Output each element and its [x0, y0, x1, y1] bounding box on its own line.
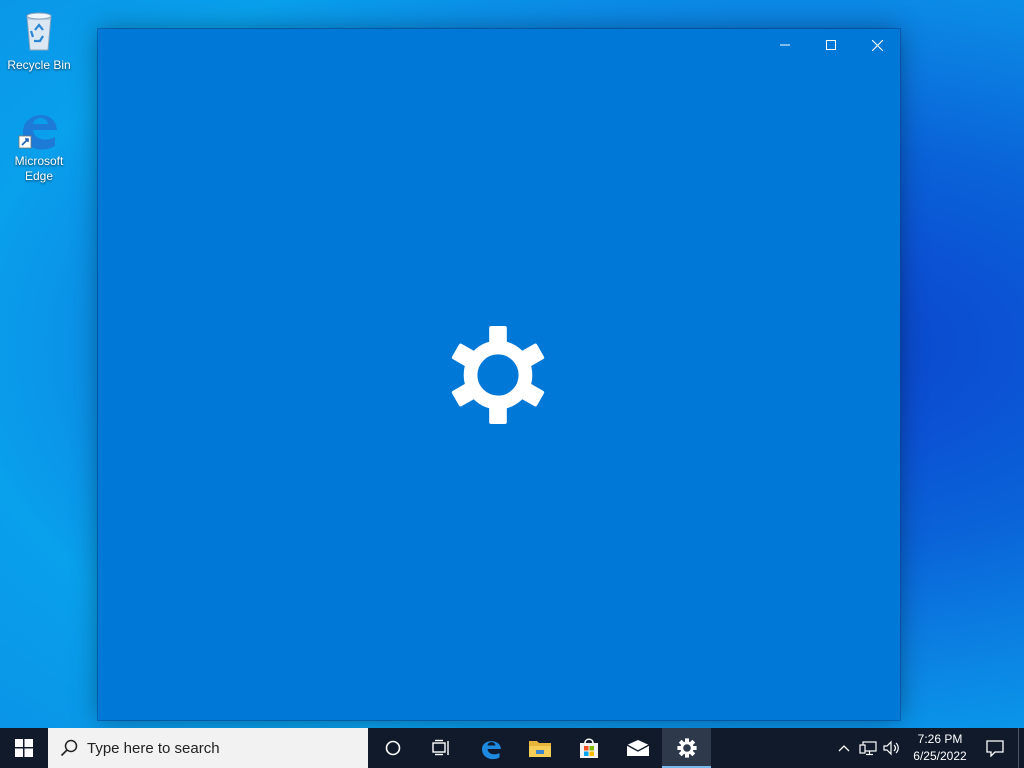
file-explorer-button[interactable] — [515, 728, 564, 768]
search-placeholder: Type here to search — [87, 739, 220, 757]
close-icon — [871, 39, 883, 51]
minimize-button[interactable] — [762, 29, 808, 61]
gear-icon — [449, 326, 547, 424]
desktop-icon-recycle-bin[interactable]: Recycle Bin — [4, 6, 74, 73]
search-input[interactable]: Type here to search — [48, 728, 368, 768]
show-hidden-icons-button[interactable] — [832, 728, 856, 768]
minimize-icon — [780, 44, 790, 46]
notification-icon — [986, 740, 1004, 757]
store-icon — [579, 738, 598, 758]
chevron-up-icon — [838, 745, 850, 752]
maximize-button[interactable] — [808, 29, 854, 61]
network-button[interactable] — [856, 728, 880, 768]
cortana-icon — [385, 740, 400, 756]
clock-time: 7:26 PM — [917, 732, 963, 746]
taskbar-settings-button[interactable] — [662, 728, 711, 768]
system-tray: 7:26 PM 6/25/2022 — [832, 728, 1024, 768]
settings-icon — [676, 738, 697, 758]
task-view-button[interactable] — [417, 728, 466, 768]
windows-logo-icon — [15, 739, 33, 757]
file-explorer-icon — [528, 741, 551, 757]
start-button[interactable] — [0, 728, 48, 768]
search-icon — [60, 739, 78, 757]
settings-window[interactable] — [98, 29, 900, 720]
volume-button[interactable] — [880, 728, 904, 768]
recycle-bin-icon — [15, 6, 63, 54]
show-desktop-button[interactable] — [1018, 728, 1024, 768]
maximize-icon — [826, 40, 836, 50]
cortana-button[interactable] — [368, 728, 417, 768]
network-icon — [859, 741, 877, 756]
taskbar-edge-button[interactable] — [466, 728, 515, 768]
edge-icon — [15, 102, 63, 150]
clock[interactable]: 7:26 PM 6/25/2022 — [908, 728, 972, 768]
action-center-button[interactable] — [972, 728, 1018, 768]
title-bar-controls — [762, 29, 900, 61]
clock-date: 6/25/2022 — [913, 749, 967, 763]
volume-icon — [883, 740, 899, 756]
mail-icon — [626, 740, 649, 756]
taskbar: Type here to search 7:26 PM 6/25/2022 — [0, 728, 1024, 768]
close-button[interactable] — [854, 29, 900, 61]
task-view-icon — [431, 739, 449, 756]
desktop-icon-label: Recycle Bin — [7, 58, 71, 72]
desktop-icon-microsoft-edge[interactable]: Microsoft Edge — [4, 102, 74, 184]
desktop-icon-label: Microsoft Edge — [14, 154, 64, 183]
edge-icon — [481, 741, 501, 760]
store-button[interactable] — [564, 728, 613, 768]
mail-button[interactable] — [613, 728, 662, 768]
